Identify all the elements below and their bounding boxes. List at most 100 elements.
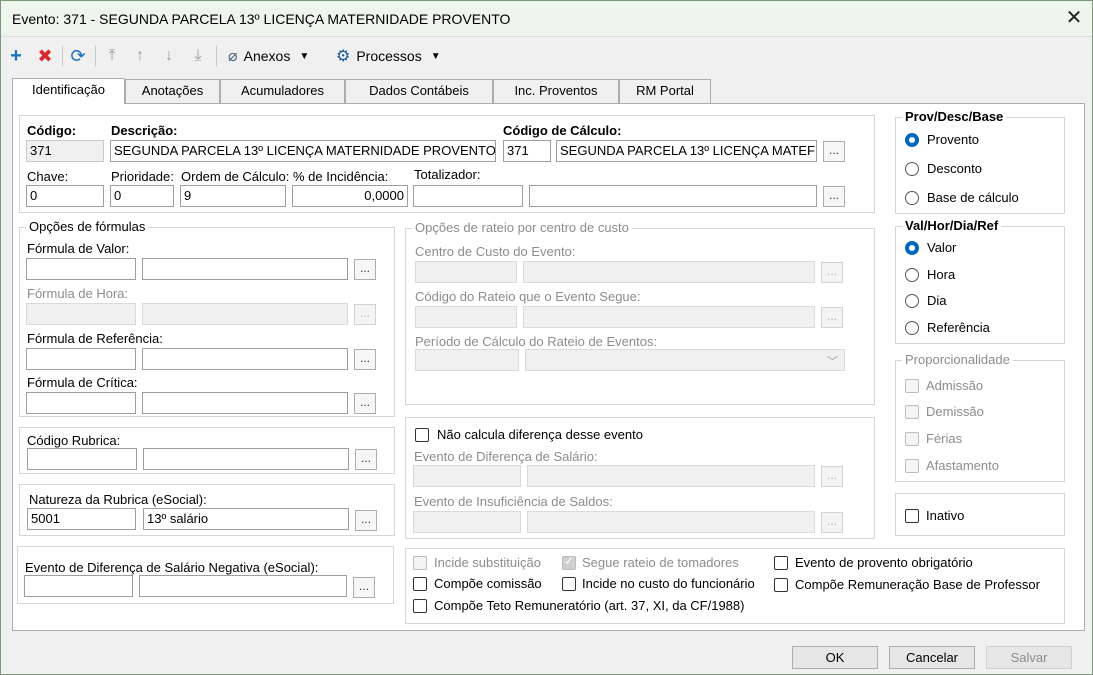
codigo-rateio-code-field[interactable] [415,306,517,328]
codigo-rateio-lookup-button[interactable]: ... [821,307,843,328]
prioridade-field[interactable]: 0 [110,185,174,207]
codigo-rubrica-desc-field[interactable] [143,448,349,470]
compoe-teto-checkbox[interactable] [413,599,427,613]
identificacao-panel: Código: 371 Descrição: SEGUNDA PARCELA 1… [12,103,1085,631]
codigo-calculo-field[interactable]: 371 [503,140,551,162]
admissao-checkbox[interactable] [905,379,919,393]
tab-acumuladores[interactable]: Acumuladores [220,79,345,103]
descricao-field[interactable]: SEGUNDA PARCELA 13º LICENÇA MATERNIDADE … [110,140,496,162]
next-record-icon[interactable]: ↓ [158,44,180,68]
evento-diferenca-salario-desc-field[interactable] [527,465,815,487]
inativo-checkbox[interactable] [905,509,919,523]
incidencia-field[interactable]: 0,0000 [292,185,408,207]
codigo-rateio-desc-field[interactable] [523,306,815,328]
previous-record-icon[interactable]: ↑ [129,44,151,68]
val-hor-dia-ref-title: Val/Hor/Dia/Ref [902,218,1002,233]
segue-rateio-checkbox[interactable] [562,554,576,570]
anexos-menu[interactable]: ⌀ Anexos ▼ [228,44,328,68]
formula-hora-lookup-button[interactable]: ... [354,304,376,325]
radio-base-calculo[interactable] [905,191,919,205]
evento-diferenca-negativa-lookup-button[interactable]: ... [353,577,375,598]
centro-custo-desc-field[interactable] [523,261,815,283]
gear-icon: ⚙ [336,48,351,65]
evento-insuficiencia-lookup-button[interactable]: ... [821,512,843,533]
processos-menu[interactable]: ⚙ Processos ▼ [336,44,456,68]
rateio-group: Opções de rateio por centro de custo Cen… [405,220,875,405]
close-icon[interactable]: ✕ [1062,7,1086,31]
totalizador-code-field[interactable] [413,185,523,207]
chave-field[interactable]: 0 [26,185,104,207]
ordem-calculo-field[interactable]: 9 [180,185,286,207]
natureza-code-field[interactable]: 5001 [27,508,136,530]
formula-hora-code-field[interactable] [26,303,136,325]
totalizador-desc-field[interactable] [529,185,817,207]
add-icon[interactable]: + [5,44,27,68]
formula-referencia-lookup-button[interactable]: ... [354,349,376,370]
last-record-icon[interactable]: ⤓ [187,44,209,68]
formula-critica-code-field[interactable] [26,392,136,414]
first-record-icon[interactable]: ⤒ [101,44,123,68]
evento-diferenca-negativa-code-field[interactable] [24,575,133,597]
chevron-down-icon: ▼ [299,50,310,62]
identification-group: Código: 371 Descrição: SEGUNDA PARCELA 1… [19,115,875,213]
evento-diferenca-salario-code-field[interactable] [413,465,521,487]
formula-valor-lookup-button[interactable]: ... [354,259,376,280]
codigo-calculo-desc-field[interactable]: SEGUNDA PARCELA 13º LICENÇA MATEF [556,140,817,162]
afastamento-checkbox[interactable] [905,459,919,473]
ferias-checkbox[interactable] [905,432,919,446]
evento-insuficiencia-desc-field[interactable] [527,511,815,533]
natureza-lookup-button[interactable]: ... [355,510,377,531]
periodo-rateio-select[interactable]: ﹀ [525,349,845,371]
periodo-rateio-code-field[interactable] [415,349,519,371]
formula-referencia-desc-field[interactable] [142,348,348,370]
codigo-rubrica-lookup-button[interactable]: ... [355,449,377,470]
admissao-label: Admissão [926,378,984,393]
evento-diferenca-salario-lookup-button[interactable]: ... [821,466,843,487]
radio-hora[interactable] [905,268,919,282]
tab-anotacoes[interactable]: Anotações [125,79,220,103]
formula-referencia-code-field[interactable] [26,348,136,370]
centro-custo-code-field[interactable] [415,261,517,283]
incide-custo-label: Incide no custo do funcionário [582,576,755,591]
cancel-button[interactable]: Cancelar [889,646,975,669]
save-button[interactable]: Salvar [986,646,1072,669]
radio-dia[interactable] [905,294,919,308]
codigo-calculo-lookup-button[interactable]: ... [823,141,845,162]
incide-substituicao-checkbox[interactable] [413,556,427,570]
incide-custo-checkbox[interactable] [562,577,576,591]
evento-diferenca-negativa-desc-field[interactable] [139,575,347,597]
ok-button[interactable]: OK [792,646,878,669]
radio-provento[interactable] [905,133,919,147]
tab-identificacao[interactable]: Identificação [12,78,125,104]
compoe-comissao-checkbox[interactable] [413,577,427,591]
centro-custo-lookup-button[interactable]: ... [821,262,843,283]
diferenca-group: Não calcula diferença desse evento Event… [405,417,875,539]
nao-calcula-diferenca-checkbox[interactable] [415,428,429,442]
formula-critica-lookup-button[interactable]: ... [354,393,376,414]
refresh-icon[interactable]: ⟳ [67,44,89,68]
codigo-field[interactable]: 371 [26,140,104,162]
formula-valor-code-field[interactable] [26,258,136,280]
codigo-rubrica-code-field[interactable] [27,448,137,470]
radio-referencia[interactable] [905,321,919,335]
formula-critica-desc-field[interactable] [142,392,348,414]
formula-hora-desc-field[interactable] [142,303,348,325]
formula-valor-desc-field[interactable] [142,258,348,280]
negativa-group: Evento de Diferença de Salário Negativa … [17,546,394,604]
totalizador-lookup-button[interactable]: ... [823,186,845,207]
radio-desconto[interactable] [905,162,919,176]
delete-icon[interactable]: ✖ [34,44,56,68]
natureza-desc-field[interactable]: 13º salário [143,508,349,530]
formulas-group: Opções de fórmulas Fórmula de Valor: ...… [19,219,395,417]
provento-obrigatorio-checkbox[interactable] [774,556,788,570]
radio-valor[interactable] [905,241,919,255]
provento-label: Provento [927,132,980,147]
tab-rm-portal[interactable]: RM Portal [619,79,711,103]
demissao-checkbox[interactable] [905,405,919,419]
evento-insuficiencia-code-field[interactable] [413,511,521,533]
tab-dados-contabeis[interactable]: Dados Contábeis [345,79,493,103]
formula-hora-label: Fórmula de Hora: [27,286,129,301]
compoe-base-professor-checkbox[interactable] [774,578,788,592]
natureza-group: Natureza da Rubrica (eSocial): 5001 13º … [19,484,395,536]
tab-inc-proventos[interactable]: Inc. Proventos [493,79,619,103]
